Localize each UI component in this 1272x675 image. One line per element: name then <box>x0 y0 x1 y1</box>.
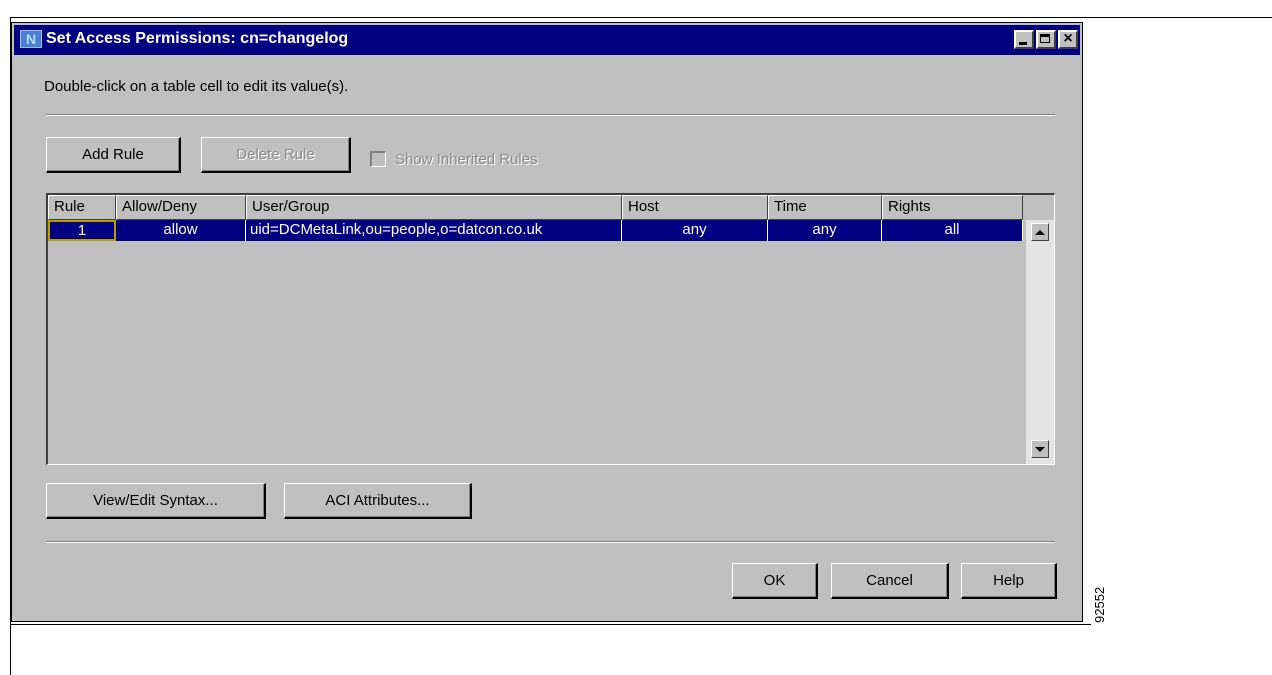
show-inherited-rules-checkbox[interactable]: Show Inherited Rules <box>370 149 538 169</box>
figure-number: 92552 <box>1092 586 1107 624</box>
column-header-rule[interactable]: Rule <box>48 195 116 220</box>
show-inherited-rules-label: Show Inherited Rules <box>395 150 538 168</box>
help-button[interactable]: Help <box>961 563 1057 599</box>
vertical-scrollbar[interactable] <box>1026 220 1054 464</box>
minimize-icon <box>1019 42 1027 45</box>
maximize-button[interactable] <box>1036 30 1056 49</box>
set-access-permissions-dialog: N Set Access Permissions: cn=changelog ×… <box>11 22 1083 622</box>
aci-attributes-button[interactable]: ACI Attributes... <box>284 483 472 519</box>
delete-rule-button[interactable]: Delete Rule <box>201 137 351 173</box>
scroll-down-button[interactable] <box>1031 440 1049 458</box>
ok-button[interactable]: OK <box>732 563 818 599</box>
figure-frame-top <box>10 17 1272 18</box>
column-header-rights[interactable]: Rights <box>882 195 1023 220</box>
scroll-up-button[interactable] <box>1031 223 1049 241</box>
cell-host[interactable]: any <box>622 220 768 241</box>
cell-time[interactable]: any <box>768 220 882 241</box>
arrow-down-icon <box>1035 446 1045 452</box>
column-header-host[interactable]: Host <box>622 195 768 220</box>
cell-rule[interactable]: 1 <box>48 220 116 241</box>
cell-rights[interactable]: all <box>882 220 1023 241</box>
column-header-allow-deny[interactable]: Allow/Deny <box>116 195 246 220</box>
instruction-text: Double-click on a table cell to edit its… <box>44 78 349 95</box>
table-row[interactable]: 1 allow uid=DCMetaLink,ou=people,o=datco… <box>48 220 1023 241</box>
close-button[interactable]: × <box>1058 30 1078 49</box>
cell-allow-deny[interactable]: allow <box>116 220 246 241</box>
cancel-button[interactable]: Cancel <box>831 563 949 599</box>
view-edit-syntax-button[interactable]: View/Edit Syntax... <box>46 483 266 519</box>
maximize-icon <box>1040 34 1050 43</box>
title-bar[interactable]: N Set Access Permissions: cn=changelog × <box>14 25 1080 55</box>
app-logo-icon[interactable]: N <box>20 30 42 48</box>
column-header-user-group[interactable]: User/Group <box>246 195 622 220</box>
figure-frame-bottom <box>10 624 1091 625</box>
cell-user-group[interactable]: uid=DCMetaLink,ou=people,o=datcon.co.uk <box>246 220 622 241</box>
separator-bottom <box>46 541 1055 543</box>
rules-table[interactable]: Rule Allow/Deny User/Group Host Time Rig… <box>46 193 1055 465</box>
window-title: Set Access Permissions: cn=changelog <box>46 30 349 47</box>
table-header: Rule Allow/Deny User/Group Host Time Rig… <box>48 195 1023 220</box>
separator-top <box>46 114 1055 116</box>
minimize-button[interactable] <box>1014 30 1034 49</box>
add-rule-button[interactable]: Add Rule <box>46 137 181 173</box>
arrow-up-icon <box>1035 229 1045 235</box>
close-icon: × <box>1063 30 1073 47</box>
checkbox-box[interactable] <box>370 151 386 167</box>
column-header-time[interactable]: Time <box>768 195 882 220</box>
